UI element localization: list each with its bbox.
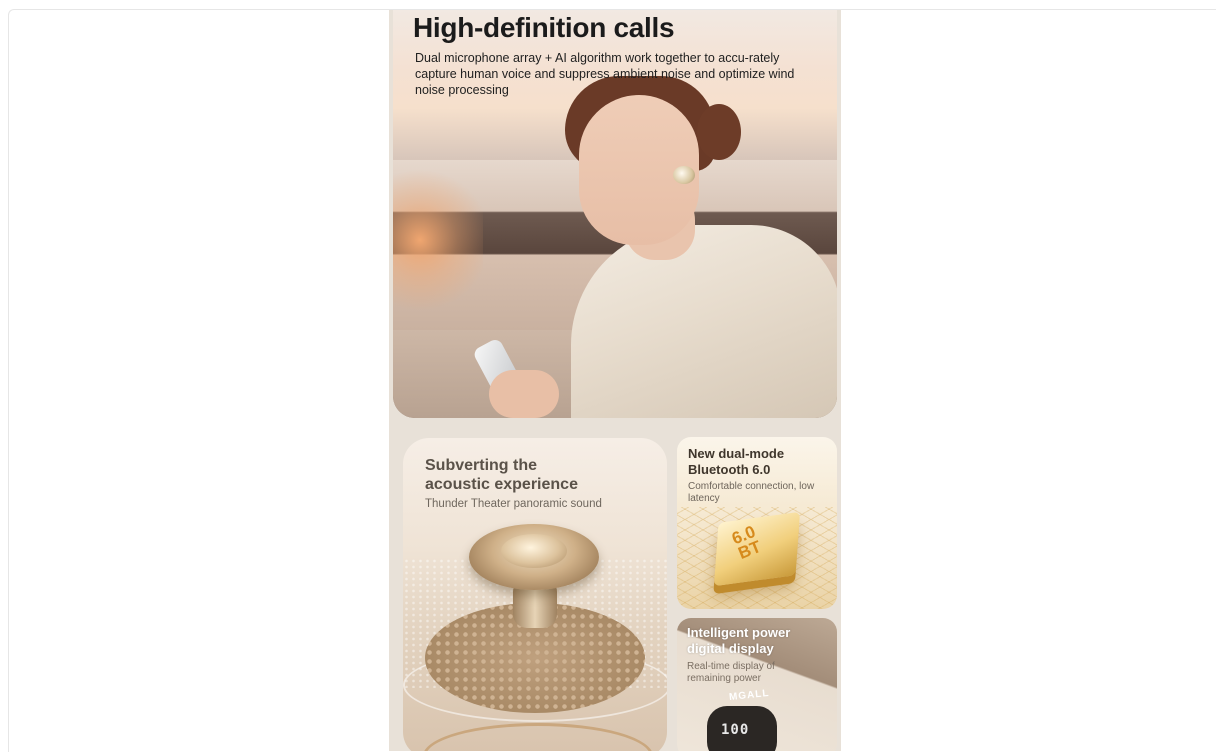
bluetooth-title: New dual-mode Bluetooth 6.0	[688, 446, 784, 478]
acoustic-subtitle: Thunder Theater panoramic sound	[425, 498, 602, 510]
bluetooth-title-line2: Bluetooth 6.0	[688, 462, 771, 477]
brand-logo: MGALL	[728, 687, 771, 704]
power-subtitle: Real-time display of remaining power	[687, 661, 775, 684]
power-title: Intelligent power digital display	[687, 625, 790, 657]
hero-panel: High-definition calls Dual microphone ar…	[393, 10, 837, 418]
earbud-icon	[673, 166, 695, 184]
battery-readout: 100	[721, 722, 750, 738]
acoustic-title-line1: Subverting the	[425, 457, 538, 474]
hair-bun	[697, 104, 741, 160]
bluetooth-subtitle: Comfortable connection, low latency	[688, 481, 815, 504]
hero-description: Dual microphone array + AI algorithm wor…	[415, 51, 795, 97]
product-image: High-definition calls Dual microphone ar…	[389, 10, 841, 751]
speaker-cap-top	[501, 534, 567, 568]
acoustic-title: Subverting the acoustic experience	[425, 456, 578, 494]
power-title-line1: Intelligent power	[687, 625, 791, 640]
bluetooth-feature-card: New dual-mode Bluetooth 6.0 Comfortable …	[677, 437, 837, 609]
power-display-feature-card: Intelligent power digital display Real-t…	[677, 618, 837, 751]
sunlight-glow	[393, 170, 483, 310]
woman-coat	[571, 225, 837, 418]
gold-base-ring	[423, 723, 653, 751]
power-title-line2: digital display	[687, 641, 774, 656]
acoustic-feature-card: Subverting the acoustic experience Thund…	[403, 438, 667, 751]
bluetooth-title-line1: New dual-mode	[688, 446, 785, 461]
woman-hand	[489, 370, 559, 418]
hero-title: High-definition calls	[413, 12, 675, 43]
hero-text-block: High-definition calls Dual microphone ar…	[413, 10, 823, 98]
acoustic-title-line2: acoustic experience	[425, 476, 578, 493]
